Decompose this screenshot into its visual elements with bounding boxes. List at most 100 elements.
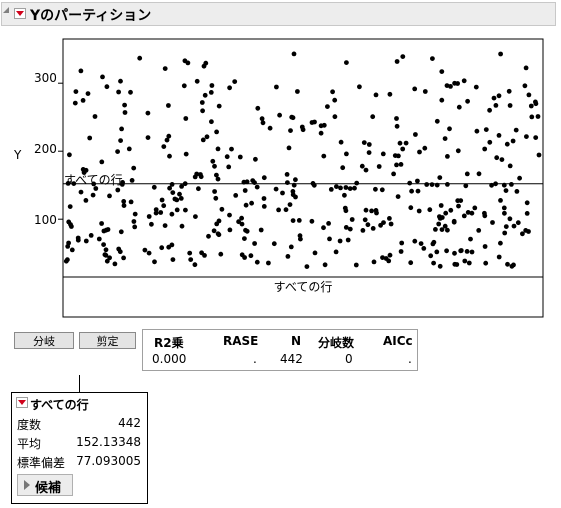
data-point [285,180,290,186]
data-point [434,249,440,255]
data-point [85,91,91,96]
data-point [353,262,359,268]
data-point [200,137,206,143]
data-point [498,51,503,57]
data-point [445,154,450,159]
data-point [439,69,445,74]
data-point [456,104,462,110]
data-point [121,203,127,209]
data-point [342,192,347,198]
data-point [227,85,233,91]
data-point [177,191,182,197]
data-point [387,252,393,258]
data-point [482,146,488,152]
stats-value-rsquare: 0.000 [152,352,187,366]
data-point [490,220,495,225]
data-point [131,219,137,224]
data-point [293,194,298,200]
data-point [498,198,503,203]
data-point [202,92,208,98]
data-point [67,152,72,158]
data-point [509,263,515,269]
node-title: すべての行 [30,398,89,412]
data-point [267,125,273,131]
node-menu-icon[interactable] [16,397,28,408]
data-point [507,216,513,222]
data-point [216,232,222,238]
data-point [293,177,298,183]
data-point [78,189,84,195]
data-point [429,182,435,188]
data-point [277,112,282,118]
data-point [128,199,134,205]
data-point [285,254,291,259]
data-point [503,188,509,194]
data-point [412,86,418,92]
data-point [295,89,300,94]
data-point [443,210,449,216]
data-point [439,227,445,233]
data-point [472,205,478,211]
data-point [158,210,164,215]
data-point [239,252,245,258]
data-point [496,254,502,260]
data-point [409,188,414,194]
data-point [494,155,500,161]
data-point [212,189,218,194]
data-point [122,110,128,115]
data-point [132,224,138,230]
data-point [430,56,435,61]
data-point [514,189,520,194]
data-point [408,260,414,266]
data-point [215,176,221,182]
data-point [408,205,414,211]
stats-header-splits: 分岐数 [318,336,355,350]
data-point [469,210,475,216]
data-point [216,103,222,109]
data-point [456,203,461,209]
data-point [96,236,102,242]
data-point [200,108,206,114]
data-point [229,146,234,152]
data-point [322,262,328,268]
data-point [437,214,442,220]
data-point [452,261,458,267]
split-button[interactable]: 分岐 [14,332,74,349]
data-point [437,263,443,269]
data-point [112,261,118,267]
data-point [431,239,437,245]
data-point [328,187,334,192]
data-point [413,132,418,137]
data-point [536,152,542,158]
data-point [363,167,369,173]
data-point [201,63,207,69]
data-point [325,104,330,109]
data-point [468,236,473,242]
data-point [370,114,376,120]
stats-value-rase: . [253,352,257,366]
data-point [183,116,189,121]
prune-button[interactable]: 剪定 [79,332,136,349]
data-point [126,146,132,152]
data-point [376,164,382,169]
data-point [422,145,428,151]
data-point [309,218,315,224]
data-point [254,259,260,265]
data-point [224,154,230,160]
data-point [415,178,420,184]
data-point [359,163,365,169]
data-point [434,118,440,124]
data-point [151,184,157,190]
data-point [373,92,379,98]
data-point [361,140,367,146]
data-point [338,139,344,145]
data-point [99,221,104,226]
data-point [104,84,110,90]
data-point [146,250,152,256]
data-point [345,237,351,243]
data-point [159,245,165,251]
data-point [437,175,443,181]
candidates-button[interactable]: 候補 [17,474,73,496]
data-point [510,138,516,144]
data-point [131,165,137,171]
